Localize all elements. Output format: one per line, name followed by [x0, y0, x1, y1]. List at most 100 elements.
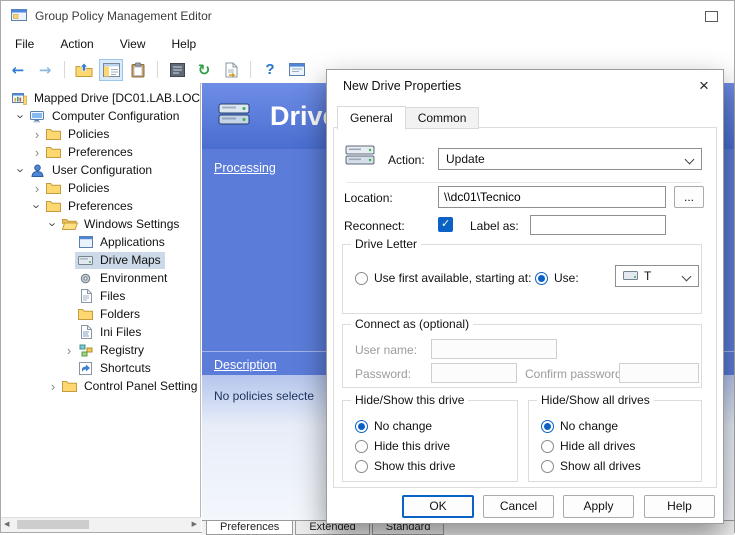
tree-item-user-configuration[interactable]: User Configuration: [1, 161, 200, 179]
tree-item-policies-computer[interactable]: Policies: [1, 125, 200, 143]
registry-icon: [77, 344, 94, 357]
user-name-label: User name:: [355, 343, 417, 357]
console-tree: Mapped Drive [DC01.LAB.LOCA Computer Con…: [1, 83, 201, 518]
help-button[interactable]: Help: [644, 495, 715, 518]
chevron-expanded-icon[interactable]: [15, 164, 28, 176]
folder-icon: [45, 128, 62, 140]
radio-this-no-change[interactable]: No change: [355, 419, 432, 433]
chevron-expanded-icon[interactable]: [15, 110, 28, 122]
hide-show-this-legend: Hide/Show this drive: [351, 393, 468, 408]
radio-show-all-drives[interactable]: Show all drives: [541, 459, 641, 473]
drive-icon: [77, 256, 94, 265]
password-label: Password:: [355, 367, 411, 381]
drive-icon: [623, 269, 638, 283]
up-one-level-icon[interactable]: [72, 59, 96, 81]
radio-selected-icon: [541, 420, 554, 433]
browse-button[interactable]: ...: [674, 186, 704, 208]
tree-item-mapped-drive-root[interactable]: Mapped Drive [DC01.LAB.LOCA: [1, 89, 200, 107]
title-bar: Group Policy Management Editor: [1, 1, 734, 31]
radio-use-first-available[interactable]: Use first available, starting at:: [355, 271, 531, 285]
action-select[interactable]: Update: [438, 148, 702, 170]
tree-item-policies-user[interactable]: Policies: [1, 179, 200, 197]
tree-item-shortcuts[interactable]: Shortcuts: [1, 359, 200, 377]
refresh-icon[interactable]: [192, 59, 216, 81]
console-window-icon[interactable]: [285, 59, 309, 81]
tree-item-computer-configuration[interactable]: Computer Configuration: [1, 107, 200, 125]
chevron-expanded-icon[interactable]: [47, 218, 60, 230]
scroll-left-icon[interactable]: ◀: [4, 520, 9, 528]
tree-item-drive-maps[interactable]: Drive Maps: [1, 251, 200, 269]
radio-selected-icon: [535, 272, 548, 285]
drive-letter-value: T: [644, 269, 651, 283]
tree-item-folders[interactable]: Folders: [1, 305, 200, 323]
chevron-collapsed-icon[interactable]: [31, 182, 43, 195]
drive-letter-legend: Drive Letter: [351, 237, 421, 252]
radio-hide-all-drives[interactable]: Hide all drives: [541, 439, 635, 453]
confirm-password-input: [619, 363, 699, 383]
label-as-input[interactable]: [530, 215, 666, 235]
folder-icon: [45, 200, 62, 212]
gpme-window: Group Policy Management Editor File Acti…: [0, 0, 735, 533]
tree-item-files[interactable]: Files: [1, 287, 200, 305]
drive-maps-icon: [344, 144, 378, 173]
chevron-collapsed-icon[interactable]: [31, 146, 43, 159]
menu-bar: File Action View Help: [1, 31, 734, 56]
tree-item-applications[interactable]: Applications: [1, 233, 200, 251]
toolbar-separator: [64, 61, 65, 78]
password-input: [431, 363, 517, 383]
chevron-collapsed-icon[interactable]: [31, 128, 43, 141]
maximize-button[interactable]: [705, 11, 718, 22]
close-icon[interactable]: [691, 74, 717, 98]
connect-as-group: Connect as (optional) User name: Passwor…: [342, 324, 702, 388]
action-label: Action:: [388, 153, 425, 167]
tree-item-preferences-user[interactable]: Preferences: [1, 197, 200, 215]
radio-hide-this-drive[interactable]: Hide this drive: [355, 439, 450, 453]
scrollbar-thumb[interactable]: [17, 520, 89, 529]
radio-selected-icon: [355, 420, 368, 433]
tree-item-preferences-computer[interactable]: Preferences: [1, 143, 200, 161]
chevron-collapsed-icon[interactable]: [63, 344, 75, 357]
radio-show-this-drive[interactable]: Show this drive: [355, 459, 455, 473]
toolbar-separator: [250, 61, 251, 78]
chevron-down-icon: [685, 155, 695, 165]
tree-item-registry[interactable]: Registry: [1, 341, 200, 359]
tab-general[interactable]: General: [337, 106, 406, 130]
help-icon[interactable]: [258, 59, 282, 81]
show-console-tree-icon[interactable]: [99, 59, 123, 81]
drive-letter-select[interactable]: T: [615, 265, 699, 287]
back-icon[interactable]: [6, 59, 30, 81]
menu-action[interactable]: Action: [60, 37, 93, 51]
ok-button[interactable]: OK: [402, 495, 474, 518]
no-policies-text: No policies selecte: [214, 389, 314, 403]
export-list-icon[interactable]: [219, 59, 243, 81]
cancel-button[interactable]: Cancel: [483, 495, 554, 518]
toolbar-separator: [157, 61, 158, 78]
radio-use[interactable]: Use:: [535, 271, 579, 285]
action-value: Update: [446, 152, 485, 166]
location-input[interactable]: [438, 186, 666, 208]
menu-file[interactable]: File: [15, 37, 34, 51]
tree-horizontal-scrollbar[interactable]: ◀ ▶: [1, 517, 201, 532]
menu-view[interactable]: View: [120, 37, 146, 51]
folder-icon: [61, 380, 78, 392]
radio-all-no-change[interactable]: No change: [541, 419, 618, 433]
files-icon: [77, 289, 94, 303]
user-icon: [29, 164, 46, 177]
clipboard-icon[interactable]: [126, 59, 150, 81]
chevron-expanded-icon[interactable]: [31, 200, 44, 212]
tree-item-windows-settings[interactable]: Windows Settings: [1, 215, 200, 233]
tab-common[interactable]: Common: [406, 107, 480, 129]
apply-button[interactable]: Apply: [563, 495, 634, 518]
processing-link[interactable]: Processing: [214, 161, 276, 175]
chevron-collapsed-icon[interactable]: [47, 380, 59, 393]
properties-icon[interactable]: [165, 59, 189, 81]
scroll-right-icon[interactable]: ▶: [192, 520, 197, 528]
description-link[interactable]: Description: [214, 358, 277, 372]
tree-item-environment[interactable]: Environment: [1, 269, 200, 287]
reconnect-checkbox[interactable]: [438, 217, 453, 232]
shortcuts-icon: [77, 362, 94, 375]
tree-item-control-panel-settings[interactable]: Control Panel Setting: [1, 377, 200, 395]
tree-item-ini-files[interactable]: Ini Files: [1, 323, 200, 341]
forward-icon[interactable]: [33, 59, 57, 81]
menu-help[interactable]: Help: [172, 37, 197, 51]
